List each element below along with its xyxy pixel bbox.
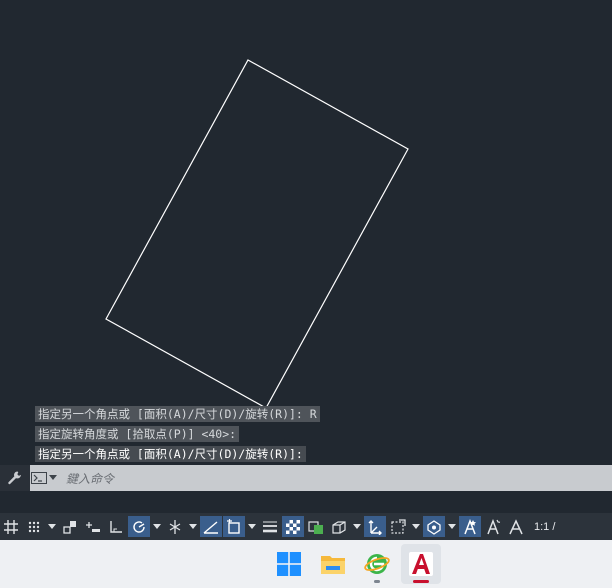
annotation-scale-icon bbox=[509, 518, 523, 534]
chevron-down-icon bbox=[448, 524, 456, 529]
status-bar: 1:1 / bbox=[0, 513, 612, 540]
dynamic-ucs-icon bbox=[368, 519, 382, 535]
windows-taskbar bbox=[0, 540, 612, 588]
command-input[interactable] bbox=[64, 468, 608, 490]
auto-scale-icon bbox=[487, 518, 501, 534]
selection-cycling-toggle[interactable] bbox=[305, 516, 327, 537]
object-snap-toggle[interactable] bbox=[223, 516, 245, 537]
annotation-scale-selector[interactable]: 1:1 / bbox=[528, 516, 555, 537]
polar-tracking-toggle[interactable] bbox=[128, 516, 150, 537]
snap-mode-toggle[interactable] bbox=[23, 516, 45, 537]
file-explorer-icon bbox=[321, 556, 345, 574]
gizmo-icon bbox=[427, 519, 441, 535]
lineweight-icon bbox=[263, 521, 277, 532]
command-history-line-current: 指定另一个角点或 [面积(A)/尺寸(D)/旋转(R)]: bbox=[35, 446, 306, 462]
isodraft-dropdown[interactable] bbox=[187, 516, 199, 537]
customize-command-line-button[interactable] bbox=[0, 465, 30, 491]
selection-filtering-toggle[interactable] bbox=[387, 516, 409, 537]
command-history-line: 指定旋转角度或 [拾取点(P)] <40>: bbox=[35, 426, 240, 442]
object-snap-tracking-toggle[interactable] bbox=[200, 516, 222, 537]
wrench-icon bbox=[8, 471, 21, 485]
start-button[interactable] bbox=[269, 544, 309, 584]
active-indicator bbox=[413, 580, 429, 583]
layout-tabs-area bbox=[0, 491, 612, 513]
snap-mode-dropdown[interactable] bbox=[46, 516, 58, 537]
windows-start-icon bbox=[277, 552, 301, 576]
object-snap-icon bbox=[227, 518, 240, 534]
browser-icon bbox=[364, 554, 390, 574]
chevron-down-icon bbox=[353, 524, 361, 529]
selection-filtering-dropdown[interactable] bbox=[410, 516, 422, 537]
dynamic-ucs-toggle[interactable] bbox=[364, 516, 386, 537]
annotation-visibility-icon bbox=[464, 518, 476, 534]
taskbar-app-browser[interactable] bbox=[357, 544, 397, 584]
annotation-scale-label: 1:1 / bbox=[534, 520, 556, 533]
chevron-down-icon bbox=[49, 475, 57, 480]
command-history-line: 指定另一个角点或 [面积(A)/尺寸(D)/旋转(R)]: R bbox=[35, 406, 320, 422]
chevron-down-icon bbox=[189, 524, 197, 529]
polar-tracking-icon bbox=[133, 520, 145, 533]
chevron-down-icon bbox=[153, 524, 161, 529]
auto-scale-toggle[interactable] bbox=[482, 516, 504, 537]
chevron-down-icon bbox=[48, 524, 56, 529]
object-snap-dropdown[interactable] bbox=[246, 516, 258, 537]
infer-constraints-icon bbox=[63, 520, 76, 534]
annotation-scale-icon-button[interactable] bbox=[505, 516, 527, 537]
snap-grid-icon bbox=[28, 521, 40, 532]
selection-filtering-icon bbox=[391, 518, 406, 534]
rotated-rectangle[interactable] bbox=[105, 59, 409, 409]
transparency-icon bbox=[286, 519, 300, 534]
command-bar bbox=[0, 465, 612, 491]
ortho-icon bbox=[110, 520, 122, 533]
drawing-svg bbox=[105, 59, 409, 409]
chevron-down-icon bbox=[412, 524, 420, 529]
recent-commands-button[interactable] bbox=[31, 470, 61, 486]
polar-tracking-dropdown[interactable] bbox=[151, 516, 163, 537]
3d-object-snap-toggle[interactable] bbox=[328, 516, 350, 537]
dynamic-input-toggle[interactable] bbox=[82, 516, 104, 537]
annotation-visibility-toggle[interactable] bbox=[459, 516, 481, 537]
transparency-toggle[interactable] bbox=[282, 516, 304, 537]
autocad-icon bbox=[409, 552, 433, 576]
selection-cycling-icon bbox=[308, 520, 323, 534]
object-snap-tracking-icon bbox=[203, 520, 218, 534]
isodraft-toggle[interactable] bbox=[164, 516, 186, 537]
lineweight-toggle[interactable] bbox=[259, 516, 281, 537]
infer-constraints-toggle[interactable] bbox=[59, 516, 81, 537]
gizmo-dropdown[interactable] bbox=[446, 516, 458, 537]
grid-icon bbox=[4, 519, 18, 534]
running-indicator bbox=[374, 580, 380, 583]
dynamic-input-icon bbox=[86, 521, 100, 532]
command-prompt-icon bbox=[31, 472, 47, 484]
3d-object-snap-dropdown[interactable] bbox=[351, 516, 363, 537]
drawing-canvas[interactable] bbox=[0, 0, 612, 465]
grid-toggle[interactable] bbox=[0, 516, 22, 537]
taskbar-app-autocad[interactable] bbox=[401, 544, 441, 584]
3d-object-snap-icon bbox=[332, 520, 346, 534]
ortho-mode-toggle[interactable] bbox=[105, 516, 127, 537]
chevron-down-icon bbox=[248, 524, 256, 529]
gizmo-toggle[interactable] bbox=[423, 516, 445, 537]
isodraft-icon bbox=[169, 519, 181, 534]
taskbar-app-file-explorer[interactable] bbox=[313, 544, 353, 584]
